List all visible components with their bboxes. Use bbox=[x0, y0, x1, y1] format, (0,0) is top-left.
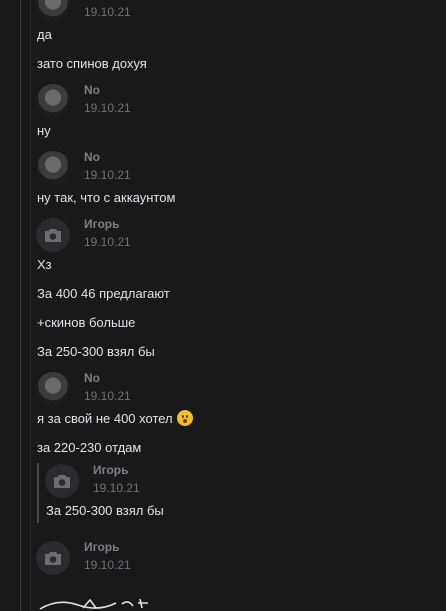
message-text: зато спинов дохуя bbox=[37, 56, 147, 71]
message-text: Хз bbox=[37, 257, 52, 272]
camera-icon bbox=[45, 228, 61, 242]
avatar[interactable] bbox=[36, 372, 70, 406]
quote-bar bbox=[37, 463, 39, 523]
message-date: 19.10.21 bbox=[84, 168, 131, 182]
author-name[interactable]: Игорь bbox=[84, 540, 120, 554]
avatar[interactable] bbox=[36, 151, 70, 185]
author-name[interactable]: No bbox=[84, 83, 100, 97]
avatar[interactable] bbox=[36, 218, 70, 252]
hushed-face-emoji-icon bbox=[176, 410, 193, 426]
author-name[interactable]: No bbox=[84, 371, 100, 385]
message-text-content: я за свой не 400 хотел bbox=[37, 411, 173, 426]
camera-icon bbox=[45, 551, 61, 565]
message-date: 19.10.21 bbox=[84, 101, 131, 115]
author-name[interactable]: Игорь bbox=[84, 217, 120, 231]
avatar[interactable] bbox=[36, 0, 70, 22]
message-date: 19.10.21 bbox=[84, 558, 131, 572]
quote-author[interactable]: Игорь bbox=[93, 463, 129, 477]
avatar[interactable] bbox=[36, 541, 70, 575]
avatar[interactable] bbox=[36, 84, 70, 118]
quote-avatar[interactable] bbox=[45, 464, 79, 498]
message-text: +скинов больше bbox=[37, 315, 136, 330]
camera-icon bbox=[54, 474, 70, 488]
message-date: 19.10.21 bbox=[84, 5, 131, 19]
quote-text: За 250-300 взял бы bbox=[46, 503, 164, 518]
thread-rail bbox=[20, 0, 21, 611]
message-text: да bbox=[37, 27, 52, 42]
message-text: За 400 46 предлагают bbox=[37, 286, 170, 301]
message-date: 19.10.21 bbox=[84, 235, 131, 249]
author-name[interactable]: No bbox=[84, 150, 100, 164]
message-text: ну bbox=[37, 123, 51, 138]
message-date: 19.10.21 bbox=[84, 389, 131, 403]
message-text: За 250-300 взял бы bbox=[37, 344, 155, 359]
message-text: ну так, что с аккаунтом bbox=[37, 190, 176, 205]
message-text: я за свой не 400 хотел bbox=[37, 410, 193, 426]
attached-image[interactable] bbox=[38, 596, 158, 611]
message-text: за 220-230 отдам bbox=[37, 440, 142, 455]
quote-date: 19.10.21 bbox=[93, 481, 140, 495]
thread-rail-inner bbox=[30, 0, 31, 611]
